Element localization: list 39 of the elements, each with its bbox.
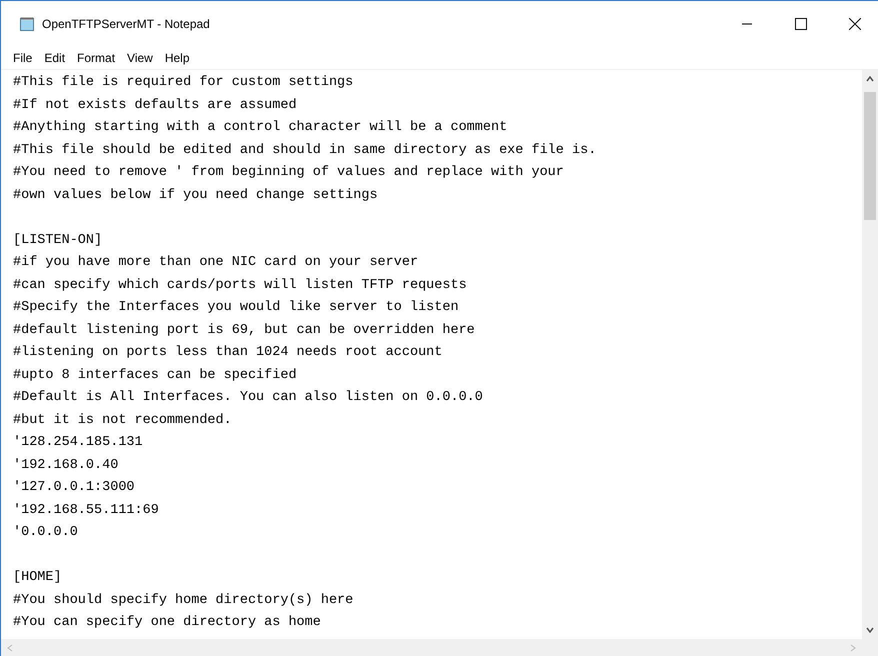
text-line: #if you have more than one NIC card on your server bbox=[13, 255, 418, 270]
text-line: #Default is All Interfaces. You can also listen on 0.0.0.0 bbox=[13, 390, 483, 405]
text-line: '127.0.0.1:3000 bbox=[13, 480, 135, 495]
text-line: [HOME] bbox=[13, 570, 62, 585]
text-line: #Anything starting with a control character will be a comment bbox=[13, 120, 508, 135]
text-line: #You should specify home directory(s) here bbox=[13, 592, 354, 608]
text-line: #default listening port is 69, but can be overridden here bbox=[13, 322, 475, 338]
text-line: #but it is not recommended. bbox=[13, 412, 232, 428]
vertical-scrollbar[interactable] bbox=[862, 70, 878, 639]
text-line: #listening on ports less than 1024 needs root account bbox=[13, 345, 442, 360]
menu-item[interactable]: Edit bbox=[38, 49, 72, 67]
text-line: #This file is required for custom settings bbox=[13, 75, 354, 90]
text-line: #can specify which cards/ports will listen TFTP requests bbox=[13, 278, 467, 292]
text-line: '192.168.55.111:69 bbox=[13, 502, 159, 518]
text-line: #Specify the Interfaces you would like server to listen bbox=[13, 300, 459, 315]
text-line: #This file should be edited and should in same directory as exe file is. bbox=[13, 142, 596, 158]
scroll-right-icon[interactable] bbox=[850, 644, 856, 652]
text-line: #upto 8 interfaces can be specified bbox=[13, 368, 297, 382]
text-line: #If not exists defaults are assumed bbox=[13, 98, 297, 112]
menu-item[interactable]: View bbox=[121, 49, 159, 67]
text-line: '0.0.0.0 bbox=[13, 525, 78, 540]
text-line: [LISTEN-ON] bbox=[13, 232, 102, 248]
close-icon bbox=[849, 18, 861, 30]
menu-item[interactable]: Format bbox=[71, 49, 122, 67]
text-line: #You can specify one directory as home bbox=[13, 615, 321, 630]
menu-item[interactable]: File bbox=[7, 49, 38, 67]
text-line: '192.168.0.40 bbox=[13, 458, 118, 472]
scroll-thumb[interactable] bbox=[864, 92, 876, 220]
menu-item[interactable]: Help bbox=[158, 49, 196, 67]
text-line: '128.254.185.131 bbox=[13, 435, 143, 450]
scroll-down-icon[interactable] bbox=[866, 627, 874, 633]
text-line: #You need to remove ' from beginning of values and replace with your bbox=[13, 165, 564, 180]
maximize-icon bbox=[795, 18, 807, 30]
scroll-left-icon[interactable] bbox=[7, 644, 13, 652]
text-line: #own values below if you need change settings bbox=[13, 188, 378, 202]
horizontal-scrollbar[interactable] bbox=[1, 639, 878, 656]
window-title: OpenTFTPServerMT - Notepad bbox=[42, 16, 210, 33]
scroll-up-icon[interactable] bbox=[866, 76, 874, 82]
notepad-icon bbox=[19, 16, 35, 32]
